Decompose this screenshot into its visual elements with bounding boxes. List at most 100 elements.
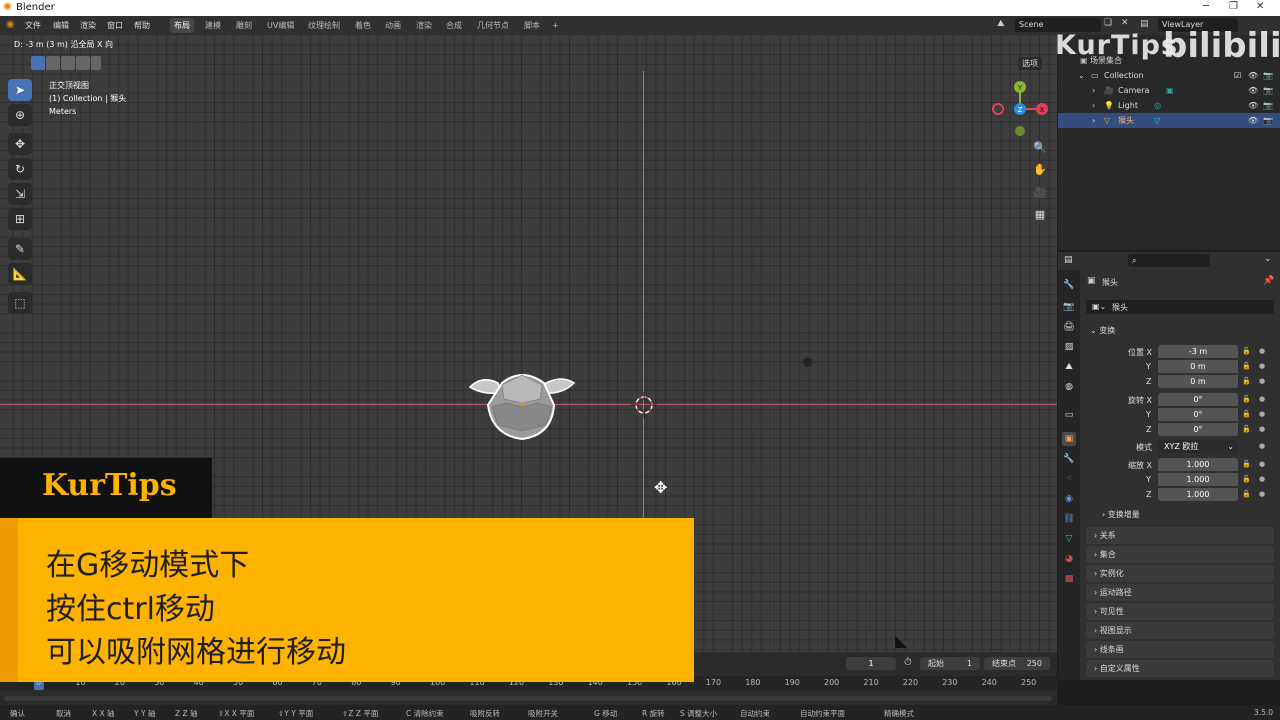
lock-icon[interactable]: 🔓: [1242, 425, 1251, 433]
render-tab-icon[interactable]: 📷: [1062, 300, 1076, 314]
world-tab-icon[interactable]: ◍: [1062, 380, 1076, 394]
tab-compositing[interactable]: 合成: [442, 18, 466, 33]
annotate-tool[interactable]: ✎: [8, 238, 32, 260]
output-tab-icon[interactable]: 🖨: [1062, 320, 1076, 334]
physics-tab-icon[interactable]: ◉: [1062, 492, 1076, 506]
new-scene-icon[interactable]: ❏: [1104, 18, 1112, 28]
pin-icon[interactable]: 📌: [1263, 276, 1274, 286]
texture-tab-icon[interactable]: ▩: [1062, 572, 1076, 586]
object-type-icon[interactable]: ▣⌄: [1092, 302, 1106, 311]
select-extend-icon[interactable]: [46, 56, 60, 70]
camera-object-icon[interactable]: ◣: [895, 631, 907, 650]
section-visibility[interactable]: › 可见性: [1086, 603, 1274, 620]
expand-chevron-icon[interactable]: ⌄: [1078, 68, 1085, 83]
expand-chevron-icon[interactable]: ›: [1092, 113, 1095, 128]
viewport-options-dropdown[interactable]: 选项: [1018, 57, 1042, 70]
object-tab-icon[interactable]: ▣: [1062, 432, 1076, 446]
lock-icon[interactable]: 🔓: [1242, 395, 1251, 403]
transform-tool[interactable]: ⊞: [8, 208, 32, 230]
timeline-scrollbar[interactable]: [4, 696, 1052, 701]
start-frame-field[interactable]: 起始 1: [920, 657, 980, 670]
section-viewport-display[interactable]: › 视图显示: [1086, 622, 1274, 639]
modifier-tab-icon[interactable]: 🔧: [1062, 452, 1076, 466]
lock-icon[interactable]: 🔓: [1242, 347, 1251, 355]
data-tab-icon[interactable]: ▽: [1062, 532, 1076, 546]
monkey-object[interactable]: [462, 365, 582, 445]
tab-shading[interactable]: 着色: [351, 18, 375, 33]
rotation-z-field[interactable]: 0°: [1158, 423, 1238, 436]
lock-icon[interactable]: 🔓: [1242, 490, 1251, 498]
scale-z-field[interactable]: 1.000: [1158, 488, 1238, 501]
scene-tab-icon[interactable]: ⛰: [1062, 360, 1076, 374]
add-workspace-button[interactable]: +: [548, 18, 563, 33]
pan-hand-icon[interactable]: ✋: [1031, 161, 1049, 179]
chevron-down-icon[interactable]: ⌄: [1264, 254, 1272, 264]
maximize-button[interactable]: ❐: [1229, 1, 1238, 12]
editor-type-icon[interactable]: ▤: [1064, 255, 1073, 265]
keyframe-dot-icon[interactable]: ●: [1259, 490, 1265, 498]
outliner-item-monkey[interactable]: › ▽ 猴头 ▽ 👁 📷: [1058, 113, 1280, 128]
current-frame-field[interactable]: 1: [846, 657, 896, 670]
tab-layout[interactable]: 布局: [170, 18, 194, 33]
blender-menu-icon[interactable]: ◉: [6, 19, 15, 30]
keyframe-dot-icon[interactable]: ●: [1259, 460, 1265, 468]
rotation-y-field[interactable]: 0°: [1158, 408, 1238, 421]
tab-modeling[interactable]: 建模: [201, 18, 225, 33]
section-relations[interactable]: › 关系: [1086, 527, 1274, 544]
tab-scripting[interactable]: 脚本: [520, 18, 544, 33]
ortho-grid-icon[interactable]: ▦: [1031, 206, 1049, 224]
delta-transform-subpanel[interactable]: › 变换增量: [1102, 509, 1140, 520]
lock-icon[interactable]: 🔓: [1242, 410, 1251, 418]
object-name-field[interactable]: ▣⌄ 猴头: [1086, 300, 1274, 314]
view-layer-tab-icon[interactable]: ▨: [1062, 340, 1076, 354]
outliner-item-camera[interactable]: › 🎥 Camera ▣ 👁 📷: [1058, 83, 1280, 98]
render-camera-icon[interactable]: 📷: [1263, 83, 1273, 98]
measure-tool[interactable]: 📐: [8, 263, 32, 285]
collection-row[interactable]: ⌄ ▭ Collection ☑ 👁 📷: [1058, 68, 1280, 83]
render-camera-icon[interactable]: 📷: [1263, 68, 1273, 83]
rotate-tool[interactable]: ↻: [8, 158, 32, 180]
keyframe-dot-icon[interactable]: ●: [1259, 395, 1265, 403]
scale-x-field[interactable]: 1.000: [1158, 458, 1238, 471]
menu-file[interactable]: 文件: [25, 20, 41, 31]
select-mode-buttons[interactable]: [31, 56, 101, 70]
checkbox-icon[interactable]: ☑: [1234, 68, 1241, 83]
visibility-eye-icon[interactable]: 👁: [1248, 83, 1258, 98]
location-z-field[interactable]: 0 m: [1158, 375, 1238, 388]
select-new-icon[interactable]: [31, 56, 45, 70]
tab-uv-editing[interactable]: UV编辑: [263, 18, 298, 33]
keyframe-dot-icon[interactable]: ●: [1259, 475, 1265, 483]
stopwatch-icon[interactable]: ⏱: [904, 657, 912, 668]
visibility-eye-icon[interactable]: 👁: [1248, 98, 1258, 113]
keyframe-dot-icon[interactable]: ●: [1259, 425, 1265, 433]
tool-tab-icon[interactable]: 🔧: [1062, 278, 1076, 292]
tab-animation[interactable]: 动画: [381, 18, 405, 33]
select-subtract-icon[interactable]: [61, 56, 75, 70]
menu-render[interactable]: 渲染: [80, 20, 96, 31]
menu-edit[interactable]: 编辑: [53, 20, 69, 31]
menu-help[interactable]: 帮助: [134, 20, 150, 31]
render-camera-icon[interactable]: 📷: [1263, 98, 1273, 113]
properties-search-input[interactable]: ⌕: [1128, 254, 1210, 267]
keyframe-dot-icon[interactable]: ●: [1259, 410, 1265, 418]
cursor-tool[interactable]: ⊕: [8, 104, 32, 126]
rotation-x-field[interactable]: 0°: [1158, 393, 1238, 406]
move-tool[interactable]: ✥: [8, 133, 32, 155]
tab-geometry-nodes[interactable]: 几何节点: [473, 18, 513, 33]
lock-icon[interactable]: 🔓: [1242, 460, 1251, 468]
keyframe-dot-icon[interactable]: ●: [1259, 347, 1265, 355]
section-instancing[interactable]: › 实例化: [1086, 565, 1274, 582]
scale-tool[interactable]: ⇲: [8, 183, 32, 205]
location-x-field[interactable]: -3 m: [1158, 345, 1238, 358]
location-y-field[interactable]: 0 m: [1158, 360, 1238, 373]
rotation-mode-dropdown[interactable]: XYZ 欧拉 ⌄: [1158, 440, 1238, 453]
section-line-art[interactable]: › 线条画: [1086, 641, 1274, 658]
transform-section-header[interactable]: ⌄ 变换: [1086, 322, 1274, 339]
render-camera-icon[interactable]: 📷: [1263, 113, 1273, 128]
collection-tab-icon[interactable]: ▭: [1062, 408, 1076, 422]
expand-chevron-icon[interactable]: ›: [1092, 98, 1095, 113]
add-cube-tool[interactable]: ⬚: [8, 292, 32, 314]
tab-rendering[interactable]: 渲染: [412, 18, 436, 33]
visibility-eye-icon[interactable]: 👁: [1248, 113, 1258, 128]
delete-scene-icon[interactable]: ✕: [1121, 18, 1129, 28]
